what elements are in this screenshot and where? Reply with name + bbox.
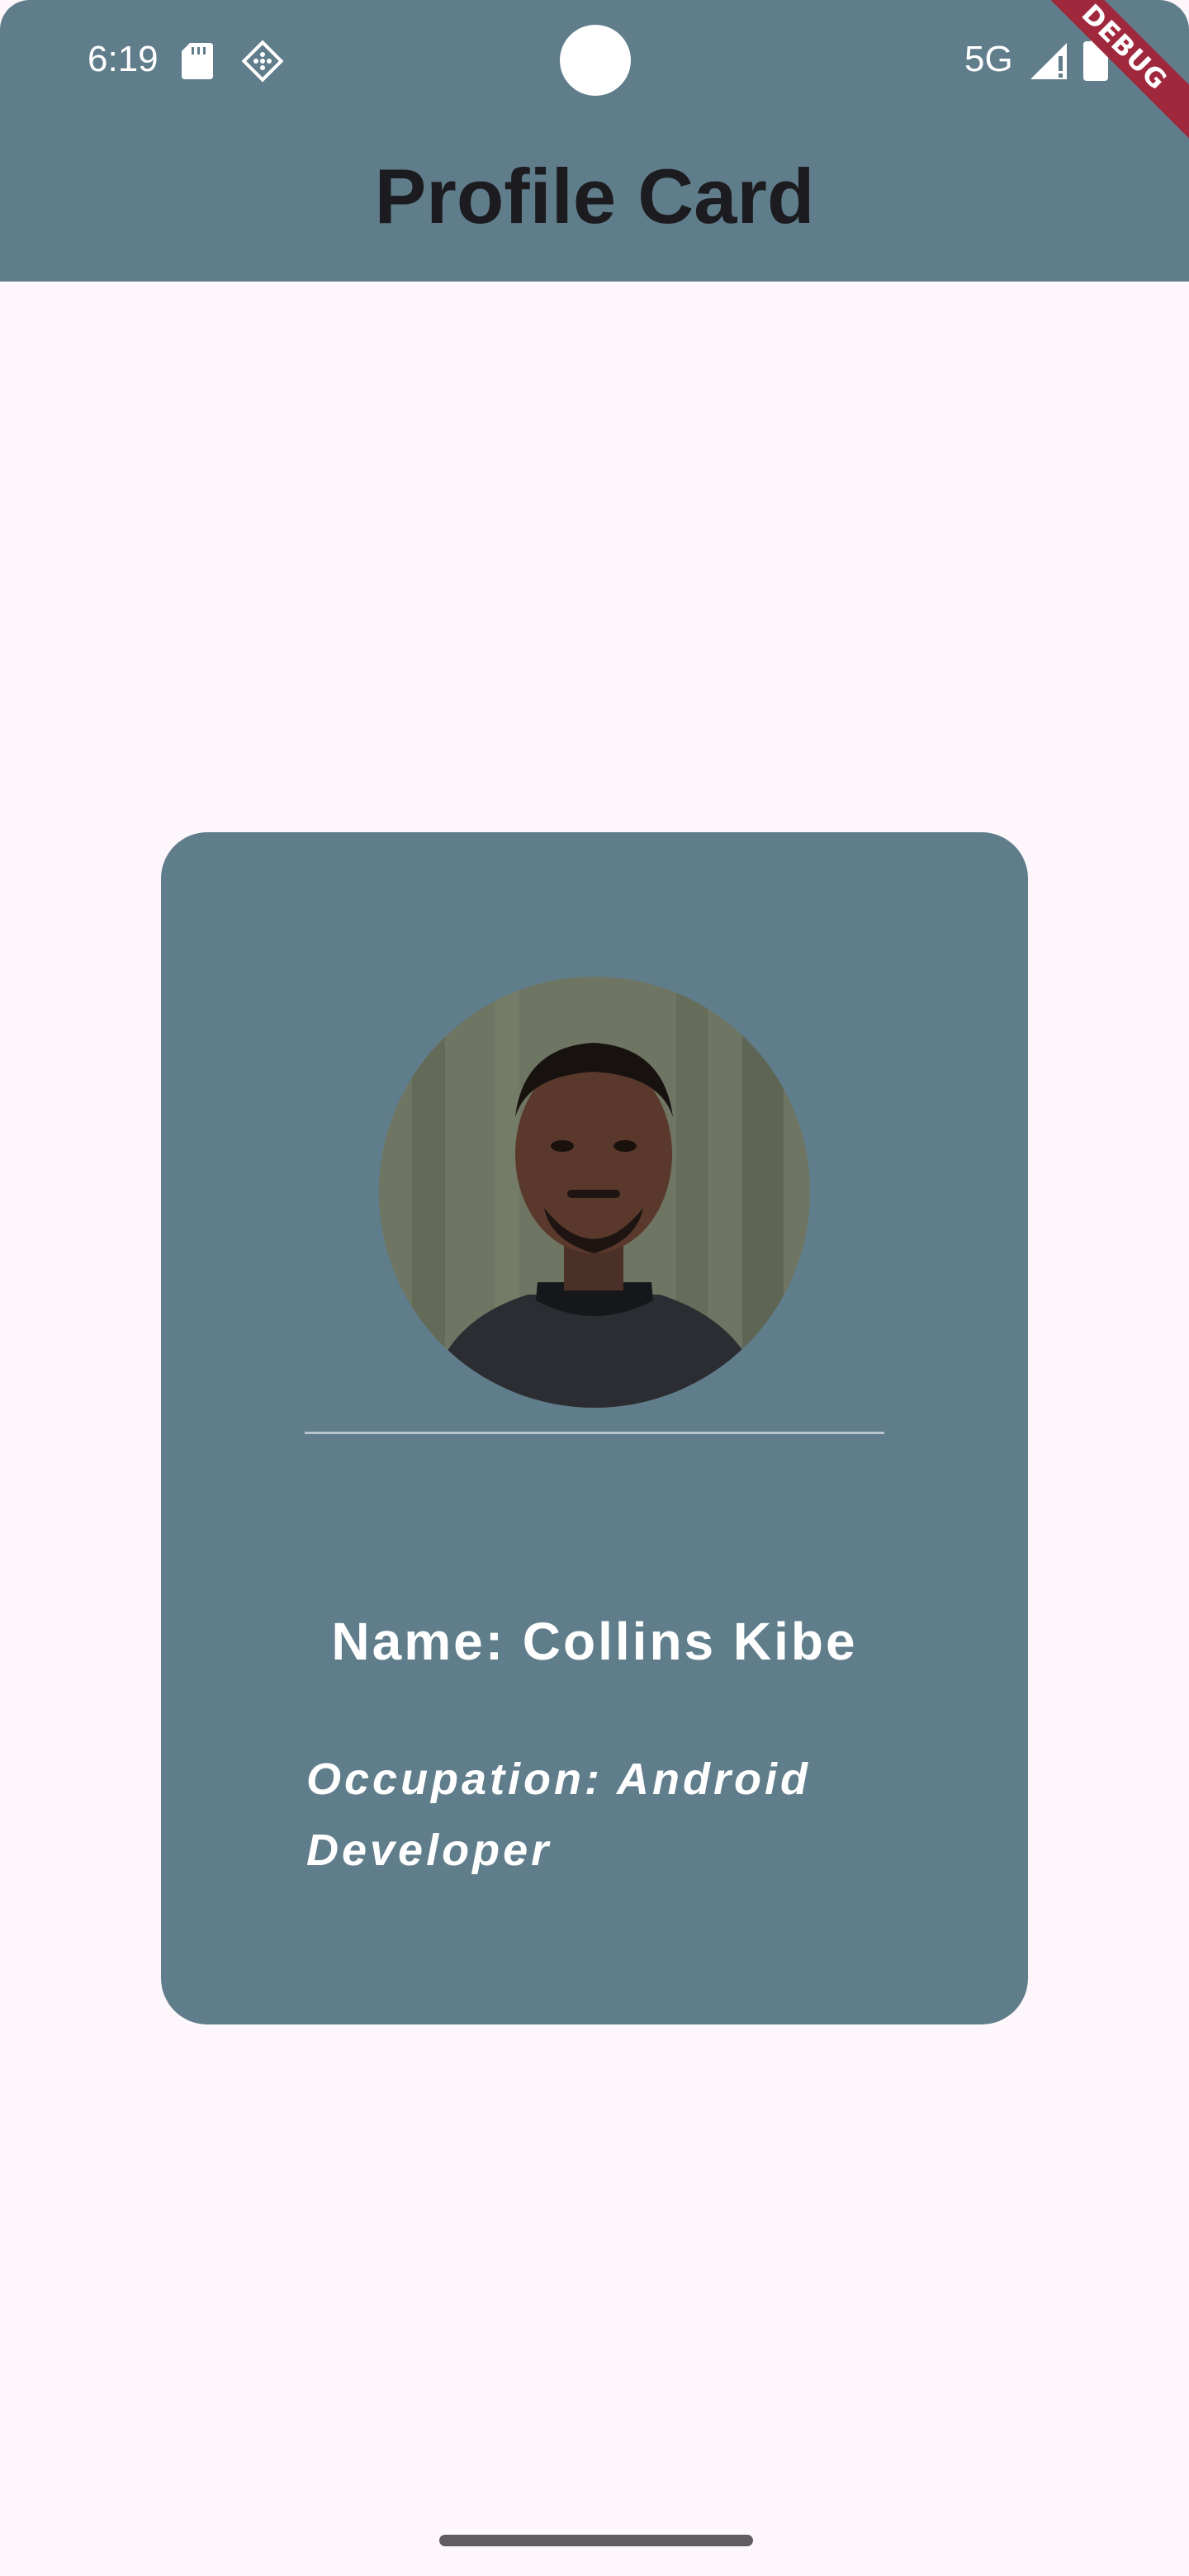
sd-card-icon [182,43,213,79]
profile-card: Name: Collins Kibe Occupation: Android D… [161,832,1028,2024]
page-title: Profile Card [374,153,815,239]
app-bar: 6:19 5G Profile Card [0,0,1189,282]
home-indicator[interactable] [439,2535,753,2546]
profile-occupation: Occupation: Android Developer [306,1754,811,1875]
diamond-app-icon [241,40,284,83]
camera-cutout [560,25,631,96]
debug-banner: DEBUG [1024,0,1189,165]
network-type-label: 5G [964,39,1013,79]
profile-photo [379,977,810,1408]
divider [305,1432,884,1434]
profile-name: Name: Collins Kibe [331,1612,858,1671]
status-bar: 6:19 5G [0,0,1189,119]
debug-banner-label: DEBUG [1024,0,1189,149]
status-time: 6:19 [88,39,159,79]
avatar [379,977,810,1408]
